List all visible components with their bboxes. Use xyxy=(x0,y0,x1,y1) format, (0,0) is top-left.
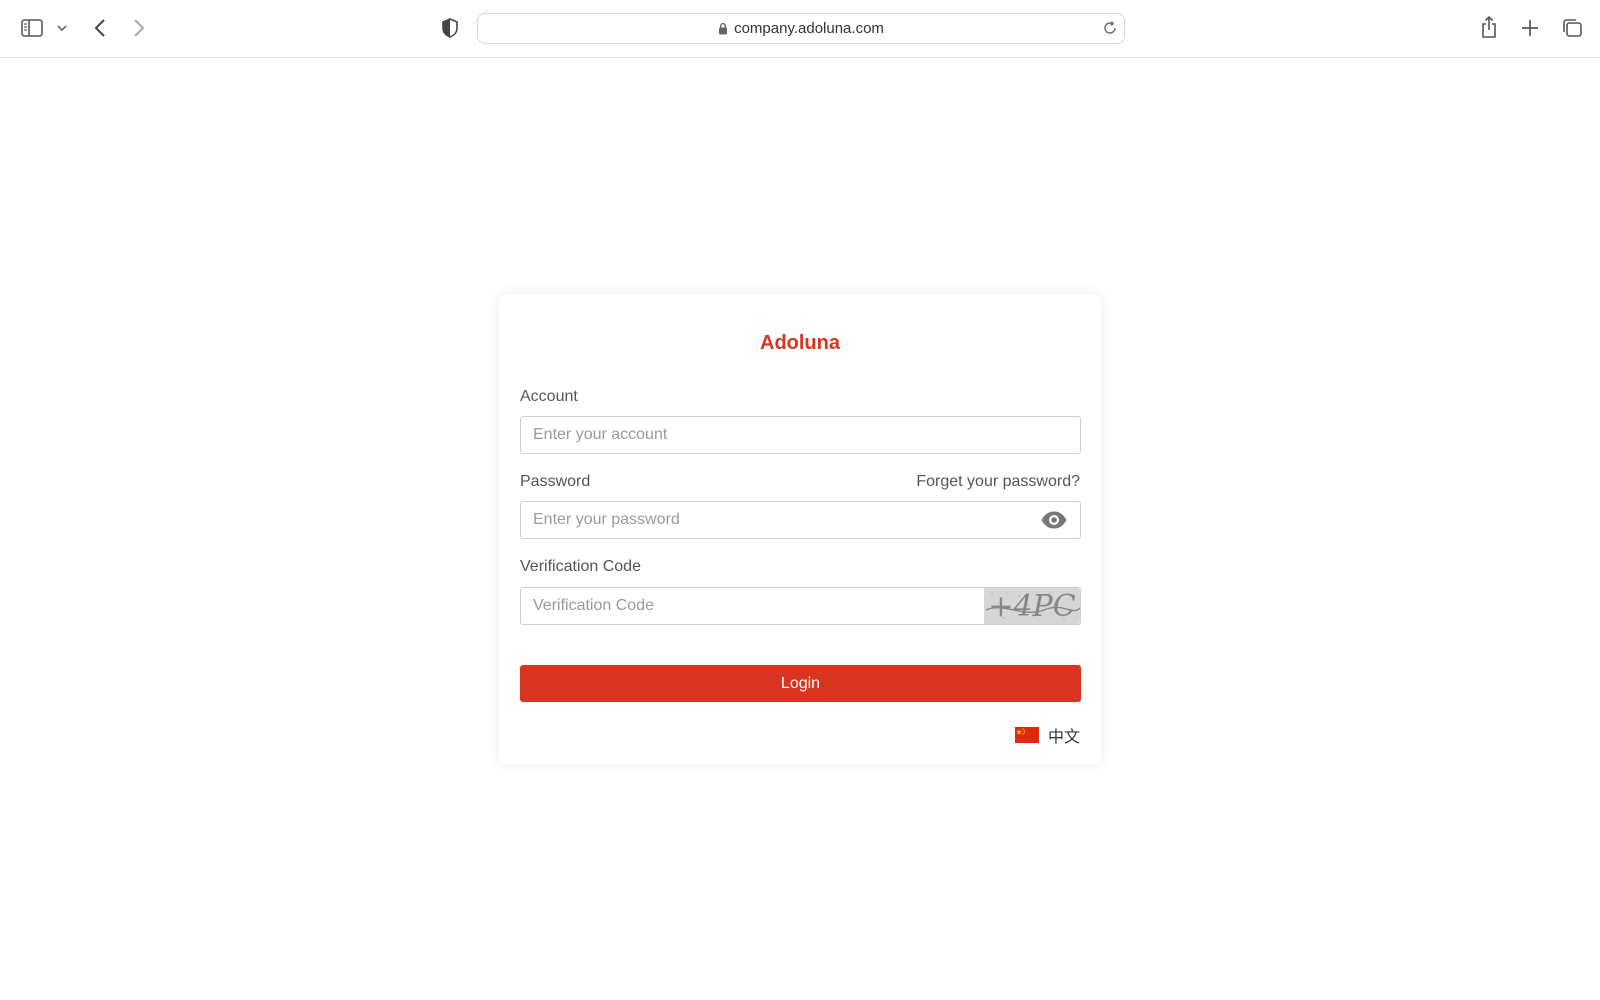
captcha-image[interactable]: +4PC xyxy=(984,588,1080,624)
account-label: Account xyxy=(520,388,578,405)
share-icon[interactable] xyxy=(1478,14,1500,40)
address-bar[interactable]: company.adoluna.com xyxy=(477,13,1125,44)
login-button[interactable]: Login xyxy=(520,665,1081,702)
verification-field[interactable]: +4PC xyxy=(520,587,1081,625)
forgot-password-link[interactable]: Forget your password? xyxy=(916,473,1080,491)
back-icon[interactable] xyxy=(90,16,110,40)
browser-toolbar: company.adoluna.com xyxy=(0,0,1600,58)
language-switch[interactable]: 中文 xyxy=(1014,723,1080,747)
password-field[interactable] xyxy=(520,501,1081,539)
account-input[interactable] xyxy=(521,417,1080,453)
forward-icon[interactable] xyxy=(129,16,149,40)
password-input[interactable] xyxy=(521,502,1080,538)
captcha-text: +4PC xyxy=(988,589,1075,624)
chevron-down-icon[interactable] xyxy=(56,22,68,34)
new-tab-icon[interactable] xyxy=(1519,17,1541,39)
language-label: 中文 xyxy=(1047,729,1080,746)
lock-icon xyxy=(718,22,728,35)
tabs-overview-icon[interactable] xyxy=(1560,17,1584,39)
account-field[interactable] xyxy=(520,416,1081,454)
sidebar-icon[interactable] xyxy=(20,17,44,39)
url-text: company.adoluna.com xyxy=(734,20,884,37)
brand-title: Adoluna xyxy=(760,332,840,354)
eye-icon[interactable] xyxy=(1040,510,1068,535)
verification-label: Verification Code xyxy=(520,558,641,575)
password-label: Password xyxy=(520,473,591,490)
china-flag-icon xyxy=(1014,727,1039,743)
shield-icon[interactable] xyxy=(439,17,461,39)
reload-icon[interactable] xyxy=(1102,20,1118,40)
login-card: Adoluna Account Password Forget your pas… xyxy=(499,294,1101,764)
verification-input[interactable] xyxy=(521,588,985,624)
